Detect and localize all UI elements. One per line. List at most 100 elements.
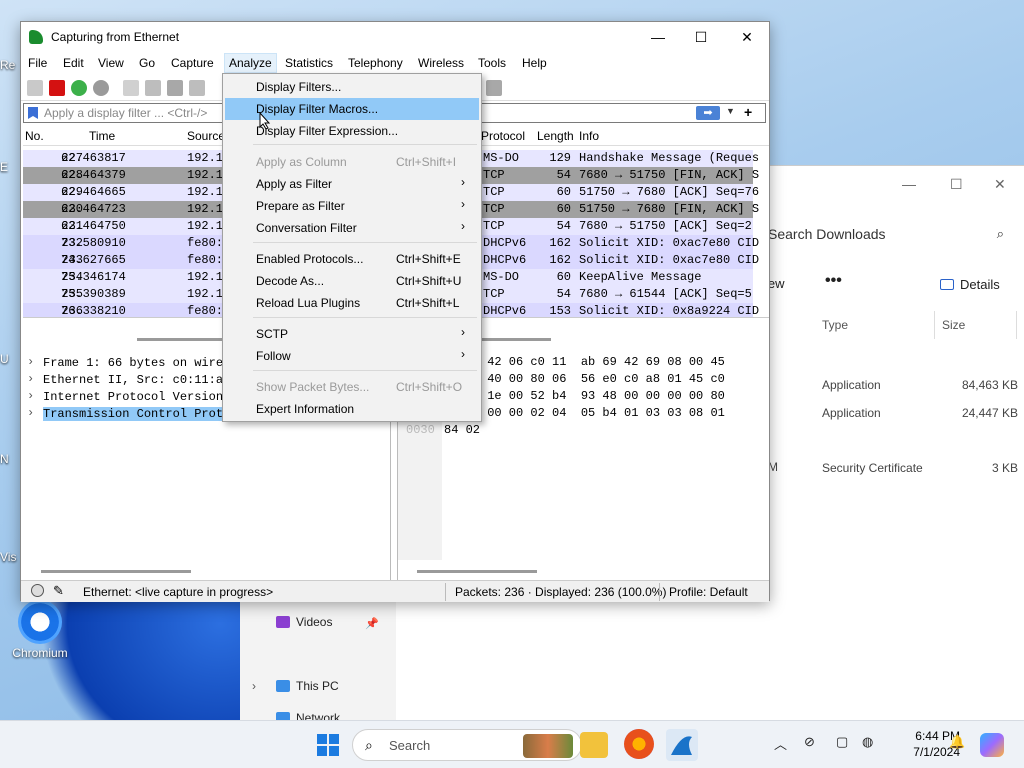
start-capture-icon[interactable] — [27, 80, 43, 96]
window-title: Capturing from Ethernet — [51, 30, 180, 44]
apply-filter-arrow-icon[interactable]: ➡ — [696, 106, 720, 120]
column-header-info[interactable]: Info — [579, 129, 599, 143]
packet-time: 74.627665 — [61, 253, 126, 267]
menu-item[interactable]: Enabled Protocols... Ctrl+Shift+E — [225, 248, 479, 270]
menu-item[interactable]: Apply as Column Ctrl+Shift+I — [225, 151, 479, 173]
hex-row[interactable]: f0 97 1e 00 52 b4 93 48 00 00 00 00 80 — [444, 389, 725, 406]
copilot-icon[interactable] — [980, 733, 1004, 757]
horizontal-scrollbar[interactable] — [417, 570, 537, 573]
menu-tools[interactable]: Tools — [478, 56, 506, 70]
menu-file[interactable]: File — [28, 56, 47, 70]
menu-item[interactable]: Expert Information — [225, 398, 479, 420]
menu-go[interactable]: Go — [139, 56, 155, 70]
menu-analyze[interactable]: Analyze — [224, 53, 277, 73]
resize-columns-icon[interactable] — [486, 80, 502, 96]
packet-proto: MS-DO — [483, 270, 520, 284]
nav-item-this-pc[interactable]: This PC — [276, 679, 339, 693]
horizontal-scrollbar[interactable] — [41, 570, 191, 573]
chevron-down-icon[interactable]: ▼ — [726, 106, 735, 116]
hex-row[interactable]: ab 69 42 06 c0 11 ab 69 42 69 08 00 45 — [444, 355, 725, 372]
clock[interactable]: 6:44 PM 7/1/2024 — [880, 728, 960, 760]
menu-item[interactable]: Conversation Filter › — [225, 217, 479, 239]
file-explorer-icon[interactable] — [580, 732, 608, 758]
stop-capture-icon[interactable] — [49, 80, 65, 96]
close-icon[interactable]: ✕ — [994, 176, 1006, 193]
hex-row[interactable]: 20 3e 40 00 80 06 56 e0 c0 a8 01 45 c0 — [444, 372, 725, 389]
menu-item[interactable]: Apply as Filter › — [225, 173, 479, 195]
notification-bell-icon[interactable]: 🔔 — [949, 734, 965, 750]
edit-comment-icon[interactable]: ✎ — [53, 583, 64, 599]
capture-options-icon[interactable] — [93, 80, 109, 96]
menu-item[interactable]: Display Filters... — [225, 76, 479, 98]
file-row[interactable]: Security Certificate 3 KB — [822, 461, 1022, 475]
menu-item[interactable]: Show Packet Bytes... Ctrl+Shift+O — [225, 376, 479, 398]
open-file-icon[interactable] — [123, 80, 139, 96]
menu-item[interactable]: Follow › — [225, 345, 479, 367]
minimize-icon[interactable]: — — [646, 27, 670, 47]
maximize-icon[interactable]: ☐ — [689, 27, 713, 47]
column-header-type[interactable]: Type — [822, 318, 848, 332]
save-file-icon[interactable] — [145, 80, 161, 96]
menu-view[interactable]: View — [98, 56, 124, 70]
status-packets: Packets: 236 · Displayed: 236 (100.0%) — [455, 585, 667, 599]
start-button[interactable] — [312, 729, 344, 761]
status-profile[interactable]: Profile: Default — [669, 585, 748, 599]
column-header-time[interactable]: Time — [89, 129, 115, 143]
maximize-icon[interactable]: ☐ — [950, 176, 963, 193]
display-icon[interactable]: ▢ — [836, 734, 848, 750]
chevron-right-icon[interactable]: › — [27, 389, 34, 403]
menu-wireless[interactable]: Wireless — [418, 56, 464, 70]
column-header-size[interactable]: Size — [942, 318, 965, 332]
desktop-icon-label-fragment[interactable]: N — [0, 452, 22, 466]
menu-edit[interactable]: Edit — [63, 56, 84, 70]
nav-item-videos[interactable]: Videos — [276, 615, 332, 629]
taskbar-search[interactable]: ⌕ Search — [352, 729, 582, 761]
column-header-source[interactable]: Source — [187, 129, 225, 143]
search-input[interactable]: Search Downloads ⌕ — [762, 221, 1014, 247]
volume-icon[interactable]: ◍ — [862, 734, 873, 750]
more-options-button[interactable]: ••• — [825, 272, 842, 290]
wireshark-taskbar-icon[interactable] — [666, 729, 698, 761]
close-file-icon[interactable] — [167, 80, 183, 96]
bookmark-icon[interactable] — [28, 107, 38, 119]
column-header-protocol[interactable]: Protocol — [481, 129, 525, 143]
hex-row[interactable]: 84 02 — [444, 423, 480, 440]
menu-help[interactable]: Help — [522, 56, 547, 70]
reload-file-icon[interactable] — [189, 80, 205, 96]
chevron-right-icon[interactable]: › — [252, 679, 256, 693]
desktop-icon-label-fragment[interactable]: Vis — [0, 550, 22, 564]
desktop-icon-label-fragment[interactable]: E — [0, 160, 22, 174]
add-filter-button-icon[interactable]: + — [744, 104, 752, 120]
chevron-right-icon[interactable]: › — [27, 355, 34, 369]
menu-telephony[interactable]: Telephony — [348, 56, 403, 70]
firefox-icon[interactable] — [624, 729, 654, 759]
details-button[interactable]: Details — [940, 277, 1000, 292]
menu-capture[interactable]: Capture — [171, 56, 214, 70]
minimize-icon[interactable]: — — [902, 176, 916, 192]
desktop-icon-label-fragment[interactable]: U — [0, 352, 22, 366]
close-icon[interactable]: ✕ — [735, 27, 759, 47]
restart-capture-icon[interactable] — [71, 80, 87, 96]
column-divider[interactable] — [1016, 311, 1017, 339]
menu-item[interactable]: Decode As... Ctrl+Shift+U — [225, 270, 479, 292]
desktop-icon-label-fragment[interactable]: Re — [0, 58, 22, 72]
expert-info-icon[interactable] — [31, 584, 44, 597]
menu-item[interactable]: Reload Lua Plugins Ctrl+Shift+L — [225, 292, 479, 314]
menu-item[interactable]: Prepare as Filter › — [225, 195, 479, 217]
menu-item[interactable]: SCTP › — [225, 323, 479, 345]
column-divider[interactable] — [934, 311, 935, 339]
pin-icon[interactable]: 📌 — [365, 617, 379, 630]
column-header-length[interactable]: Length — [537, 129, 574, 143]
file-row[interactable]: Application 24,447 KB — [822, 406, 1022, 420]
file-row[interactable]: Application 84,463 KB — [822, 378, 1022, 392]
chevron-up-icon[interactable]: ︿ — [774, 734, 787, 753]
desktop-icon-chromium[interactable]: Chromium — [8, 600, 72, 660]
hex-row[interactable]: fb e4 00 00 02 04 05 b4 01 03 03 08 01 — [444, 406, 725, 423]
column-header-no[interactable]: No. — [25, 129, 44, 143]
chevron-right-icon[interactable]: › — [27, 406, 34, 420]
network-status-icon[interactable]: ⊘ — [804, 734, 815, 750]
title-bar[interactable]: Capturing from Ethernet — ☐ ✕ — [21, 22, 769, 52]
menu-statistics[interactable]: Statistics — [285, 56, 333, 70]
chevron-right-icon[interactable]: › — [27, 372, 34, 386]
packet-time: 62.464723 — [61, 202, 126, 216]
